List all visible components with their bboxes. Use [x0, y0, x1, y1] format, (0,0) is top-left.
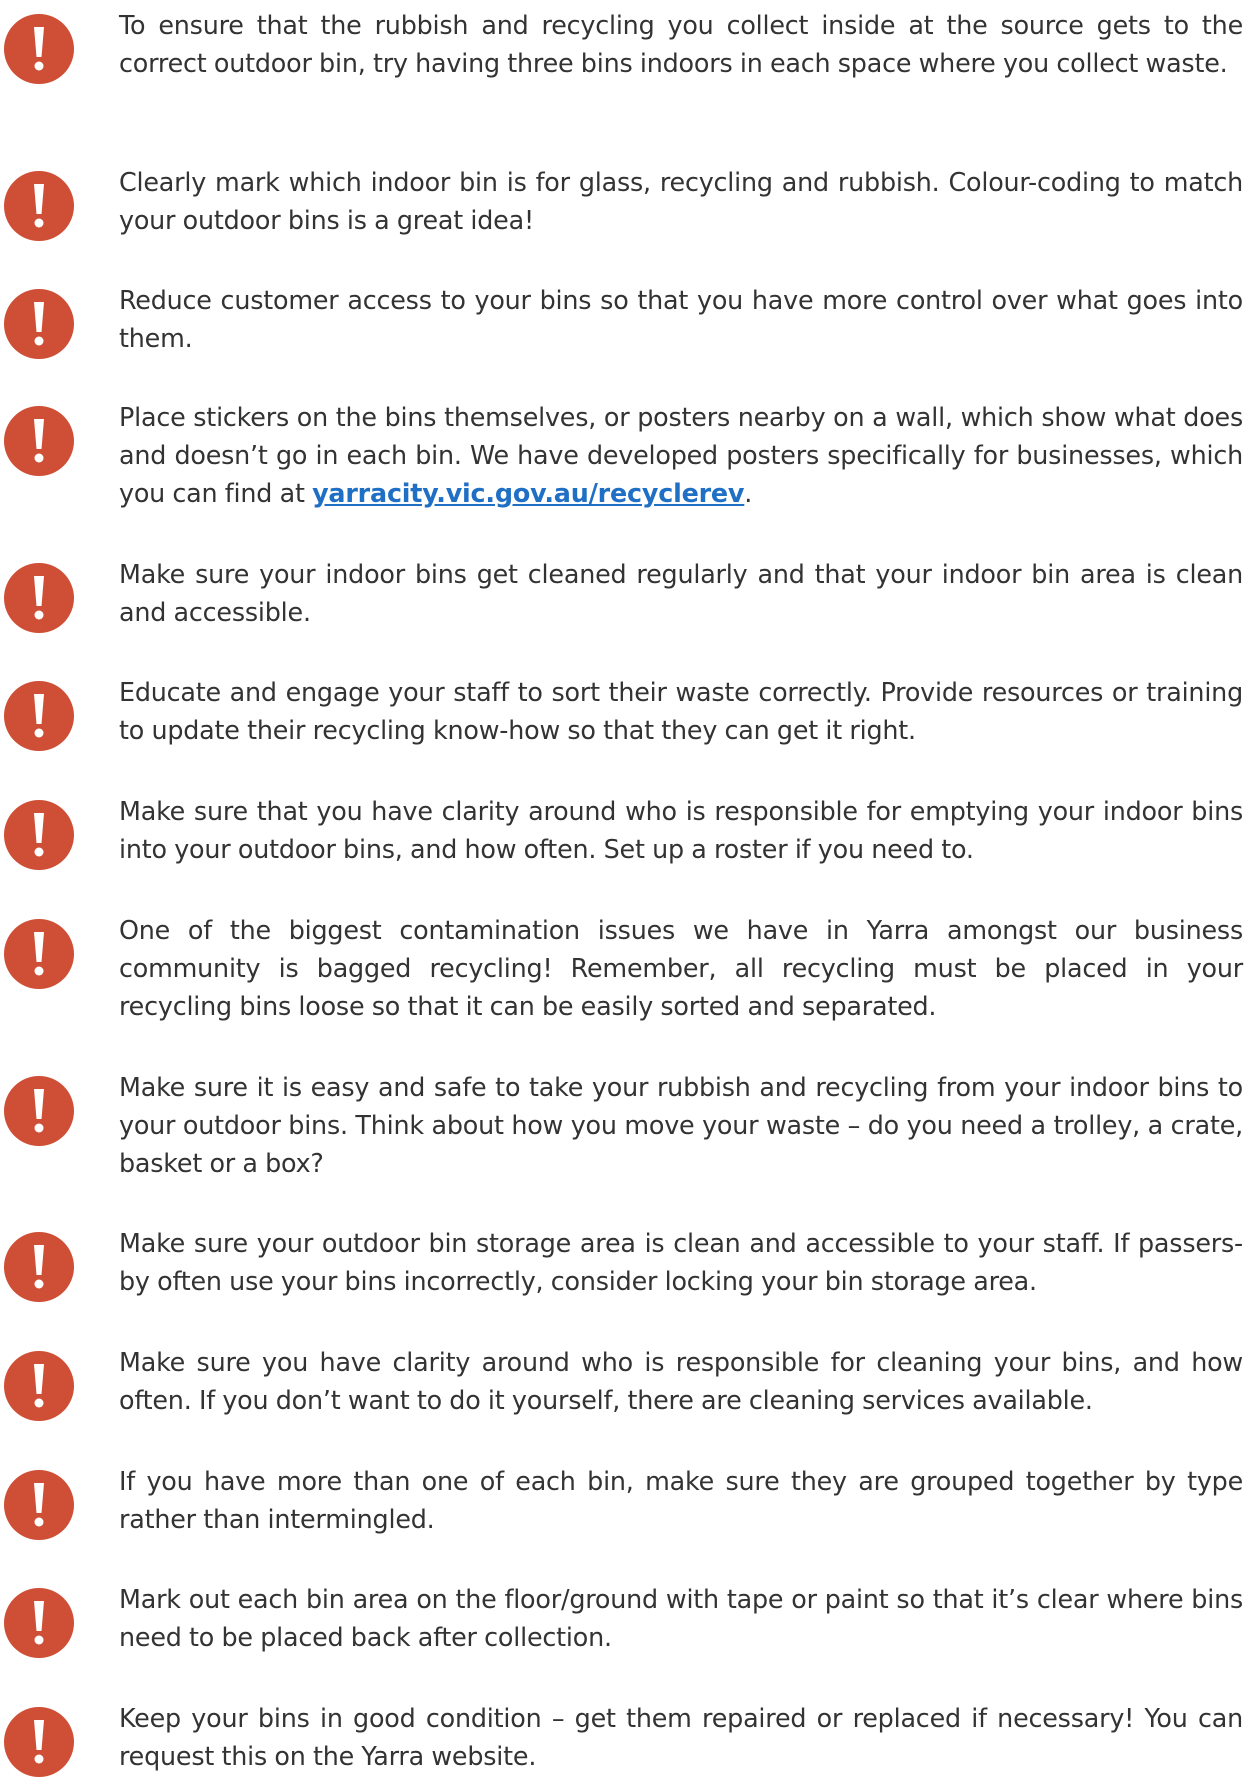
exclamation-icon: [4, 800, 74, 870]
exclamation-icon: [4, 1707, 74, 1777]
tip-text-content: Mark out each bin area on the floor/grou…: [119, 1584, 1243, 1652]
tip-text-content: Make sure you have clarity around who is…: [119, 1347, 1243, 1415]
tips-list: To ensure that the rubbish and recycling…: [0, 0, 1251, 1789]
tip-text: Clearly mark which indoor bin is for gla…: [119, 163, 1243, 239]
tip-text-end: .: [744, 478, 753, 508]
exclamation-icon: [4, 1470, 74, 1540]
tip-text: Educate and engage your staff to sort th…: [119, 673, 1243, 749]
exclamation-icon: [4, 171, 74, 241]
exclamation-icon: [4, 1351, 74, 1421]
exclamation-icon: [4, 681, 74, 751]
tip-text-content: To ensure that the rubbish and recycling…: [119, 10, 1243, 78]
exclamation-icon: [4, 14, 74, 84]
tip-text: Place stickers on the bins themselves, o…: [119, 398, 1243, 512]
exclamation-icon: [4, 919, 74, 989]
tip-text: Make sure it is easy and safe to take yo…: [119, 1068, 1243, 1182]
exclamation-icon: [4, 1232, 74, 1302]
tip-text-content: Reduce customer access to your bins so t…: [119, 285, 1243, 353]
tip-text-content: Make sure your outdoor bin storage area …: [119, 1228, 1243, 1296]
recyclerev-link[interactable]: yarracity.vic.gov.au/recyclerev: [312, 478, 744, 508]
tip-text: Make sure you have clarity around who is…: [119, 1343, 1243, 1419]
tip-text-content: If you have more than one of each bin, m…: [119, 1466, 1243, 1534]
tip-text-content: Make sure that you have clarity around w…: [119, 796, 1243, 864]
exclamation-icon: [4, 1588, 74, 1658]
tip-text: Make sure your outdoor bin storage area …: [119, 1224, 1243, 1300]
exclamation-icon: [4, 406, 74, 476]
tip-text: To ensure that the rubbish and recycling…: [119, 6, 1243, 82]
tip-text-content: Make sure it is easy and safe to take yo…: [119, 1072, 1243, 1178]
tip-text-content: Educate and engage your staff to sort th…: [119, 677, 1243, 745]
tip-text: Make sure that you have clarity around w…: [119, 792, 1243, 868]
exclamation-icon: [4, 1076, 74, 1146]
tip-text: Make sure your indoor bins get cleaned r…: [119, 555, 1243, 631]
exclamation-icon: [4, 563, 74, 633]
tip-text: One of the biggest contamination issues …: [119, 911, 1243, 1025]
exclamation-icon: [4, 289, 74, 359]
tip-text-content: One of the biggest contamination issues …: [119, 915, 1243, 1021]
tip-text: Reduce customer access to your bins so t…: [119, 281, 1243, 357]
tip-text: Mark out each bin area on the floor/grou…: [119, 1580, 1243, 1656]
tip-text-content: Make sure your indoor bins get cleaned r…: [119, 559, 1243, 627]
tip-text-content: Keep your bins in good condition – get t…: [119, 1703, 1243, 1771]
tip-text: If you have more than one of each bin, m…: [119, 1462, 1243, 1538]
tip-text-content: Clearly mark which indoor bin is for gla…: [119, 167, 1243, 235]
tip-text: Keep your bins in good condition – get t…: [119, 1699, 1243, 1775]
